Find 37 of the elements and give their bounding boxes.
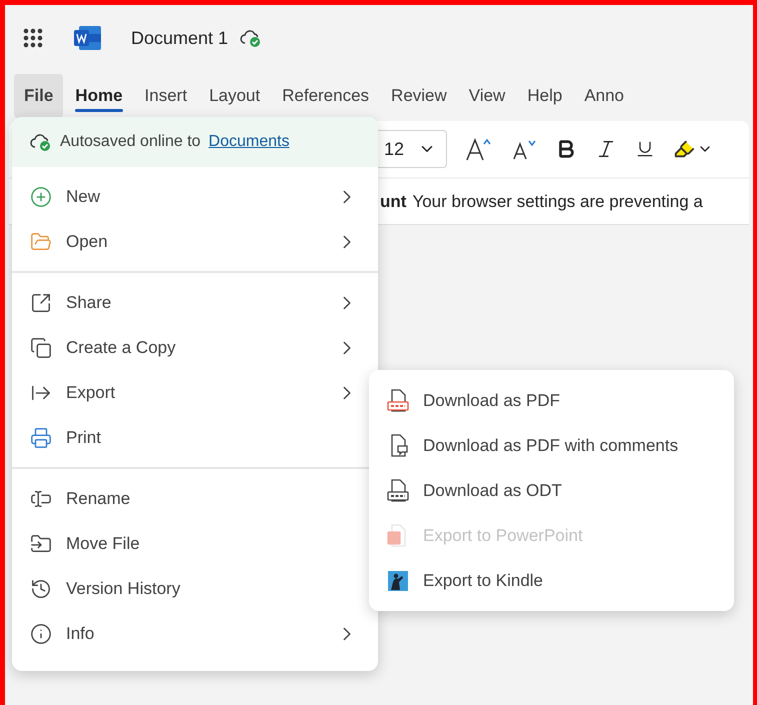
folder-move-icon <box>30 532 52 554</box>
autosave-text: Autosaved online to <box>60 132 201 152</box>
printer-icon <box>30 426 52 448</box>
menu-item[interactable]: Share <box>12 280 378 325</box>
app-launcher-icon[interactable] <box>21 26 45 50</box>
message-text: Your browser settings are preventing a <box>412 190 703 213</box>
ribbon-tab[interactable]: Help <box>517 74 572 118</box>
cloud-saved-icon <box>30 132 52 152</box>
highlighter-icon[interactable] <box>673 138 696 160</box>
cloud-saved-icon <box>240 28 262 48</box>
grow-font-icon[interactable] <box>465 136 494 162</box>
share-icon <box>30 292 52 314</box>
ribbon-tab[interactable]: File <box>14 74 64 118</box>
info-icon <box>30 622 52 644</box>
menu-item[interactable]: Open <box>12 219 378 264</box>
menu-item[interactable]: New <box>12 174 378 219</box>
word-logo-icon[interactable] <box>73 25 103 51</box>
ribbon-tab[interactable]: Review <box>381 74 457 118</box>
history-icon <box>30 578 52 600</box>
copy-icon <box>30 336 52 358</box>
underline-icon[interactable] <box>635 139 656 159</box>
ribbon-tab[interactable]: Anno <box>574 74 634 118</box>
folder-icon <box>30 230 52 252</box>
ribbon-tab[interactable]: Layout <box>199 74 270 118</box>
document-title[interactable]: Document 1 <box>131 24 228 52</box>
plus-circle-icon <box>30 186 52 208</box>
ribbon-tab[interactable]: View <box>458 74 516 118</box>
documents-link[interactable]: Documents <box>208 130 290 154</box>
ribbon-tab[interactable]: Home <box>65 74 133 118</box>
kindle-reader-icon <box>387 570 409 592</box>
menu-item[interactable]: Create a Copy <box>12 325 378 370</box>
odt-file-icon <box>387 478 409 502</box>
pdf-file-icon <box>387 388 409 412</box>
menu-item[interactable]: Info <box>12 611 378 656</box>
ribbon-tab[interactable]: Insert <box>134 74 198 118</box>
ribbon-tab[interactable]: References <box>272 74 380 118</box>
message-title: unt <box>380 190 406 213</box>
